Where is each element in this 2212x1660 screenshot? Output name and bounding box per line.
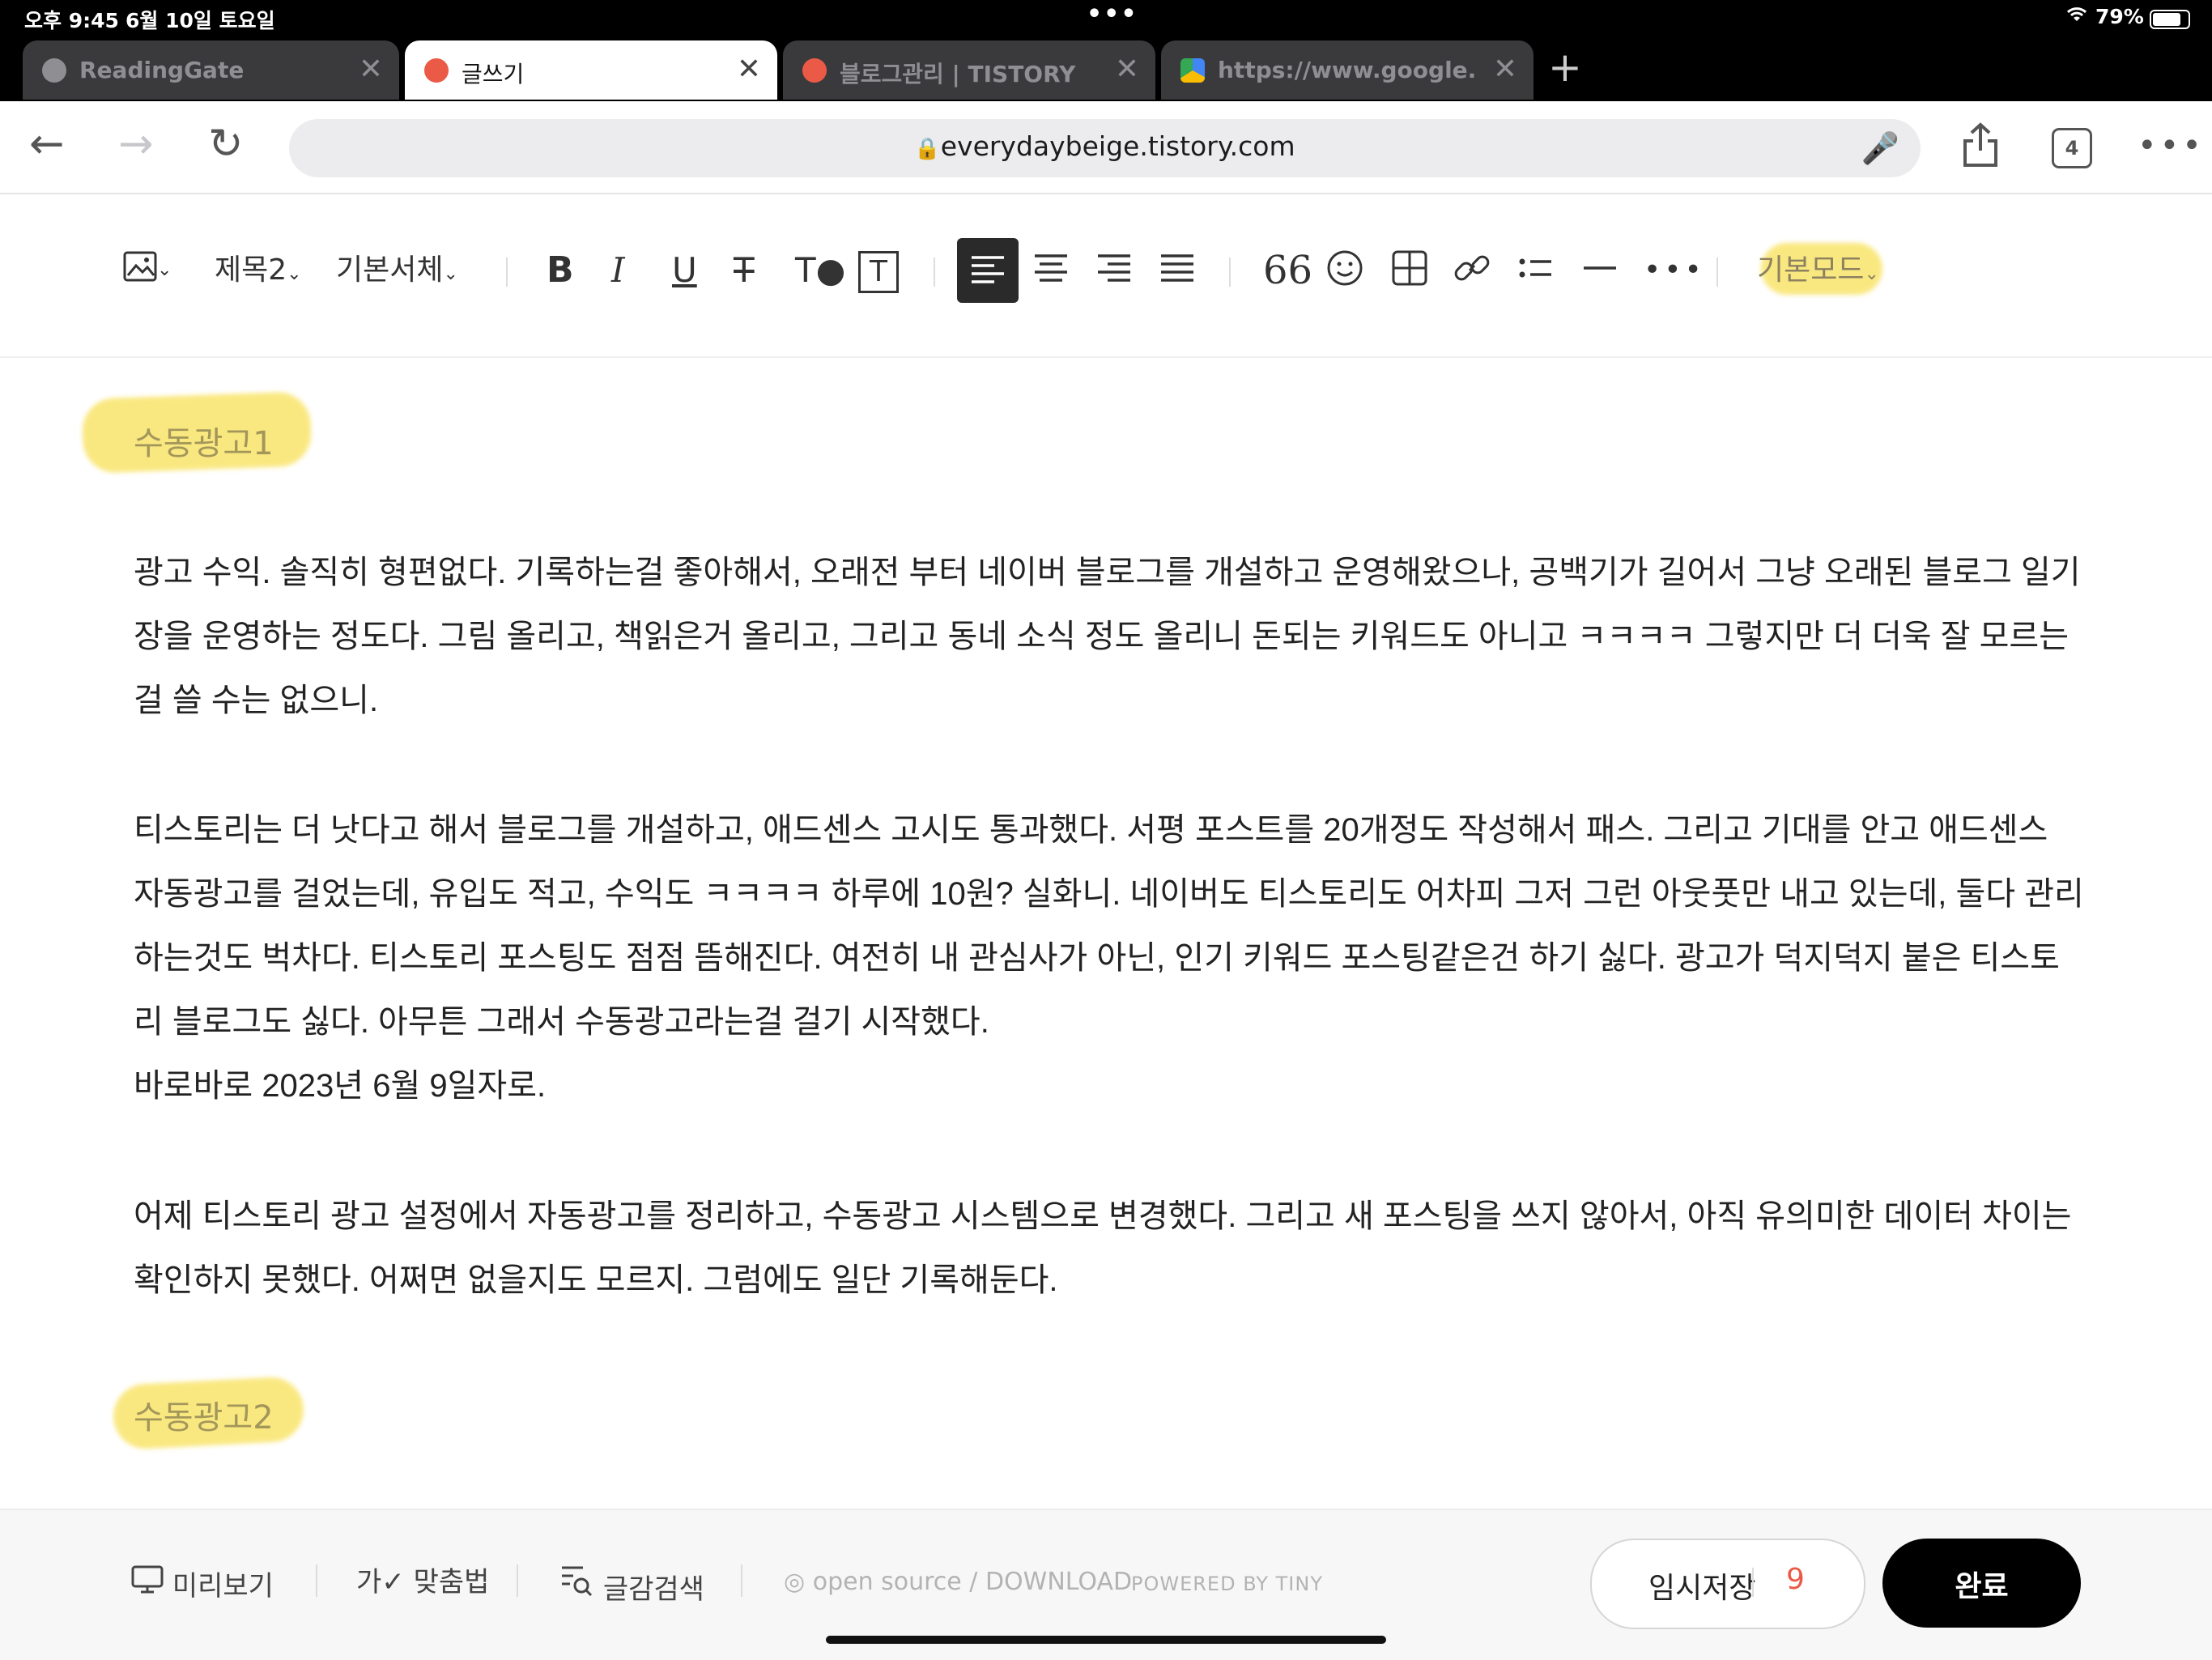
tab-title: https://www.google.com bbox=[1218, 57, 1477, 83]
paragraph-2[interactable]: 티스토리는 더 낫다고 해서 블로그를 개설하고, 애드센스 고시도 통과했다.… bbox=[134, 798, 2085, 1054]
tab-writing[interactable]: 글쓰기 ✕ bbox=[405, 40, 777, 100]
align-center-icon[interactable] bbox=[1033, 243, 1069, 295]
tiny-logo-icon: ◎ bbox=[784, 1568, 806, 1596]
toolbar-divider bbox=[1229, 258, 1231, 287]
emoticon-icon[interactable] bbox=[1326, 249, 1363, 299]
align-left-icon bbox=[972, 256, 1004, 283]
battery-percent: 79% bbox=[2095, 5, 2144, 28]
tab-blog-admin[interactable]: 블로그관리 | TISTORY ✕ bbox=[783, 40, 1155, 100]
tiny-logo-link[interactable]: ◎ open source / DOWNLOAD bbox=[784, 1568, 1132, 1596]
forward-icon[interactable]: → bbox=[118, 120, 154, 168]
wifi-icon bbox=[2065, 5, 2089, 28]
text-background-icon[interactable]: T bbox=[858, 251, 899, 293]
quote-icon[interactable]: 66 bbox=[1263, 249, 1312, 292]
close-icon[interactable]: ✕ bbox=[359, 55, 383, 84]
heading-value: 제목2 bbox=[215, 253, 287, 287]
spellcheck-label: 맞춤법 bbox=[413, 1566, 490, 1598]
tab-readinggate[interactable]: ReadingGate ✕ bbox=[23, 40, 399, 100]
tab-google[interactable]: https://www.google.com ✕ bbox=[1161, 40, 1534, 100]
status-date: 6월 10일 토요일 bbox=[125, 9, 275, 32]
document-search-icon bbox=[562, 1566, 593, 1597]
new-tab-icon[interactable]: + bbox=[1548, 47, 1582, 87]
align-right-icon[interactable] bbox=[1096, 243, 1132, 295]
mode-value: 기본모드 bbox=[1757, 253, 1865, 287]
section-heading-2: 수동광고2 bbox=[134, 1399, 274, 1437]
table-icon[interactable] bbox=[1391, 249, 1428, 299]
tab-title: 글쓰기 bbox=[462, 61, 525, 87]
divider bbox=[1752, 1568, 1754, 1597]
save-draft-label: 임시저장 bbox=[1648, 1572, 1756, 1605]
font-value: 기본서체 bbox=[336, 253, 444, 287]
align-left-button[interactable] bbox=[957, 238, 1019, 303]
link-icon[interactable] bbox=[1453, 249, 1491, 299]
home-indicator[interactable] bbox=[826, 1636, 1386, 1644]
url: everydaybeige.tistory.com bbox=[940, 130, 1295, 162]
close-icon[interactable]: ✕ bbox=[1115, 55, 1139, 84]
share-icon[interactable] bbox=[1960, 121, 2001, 179]
material-search-button[interactable]: 글감검색 bbox=[559, 1563, 704, 1609]
preview-label: 미리보기 bbox=[172, 1570, 274, 1603]
more-tools-icon[interactable]: ••• bbox=[1644, 249, 1705, 292]
address-bar[interactable]: 🔒everydaybeige.tistory.com 🎤 bbox=[289, 119, 1921, 177]
tistory-icon bbox=[424, 58, 449, 83]
heading-select[interactable]: 제목2⌄ bbox=[215, 249, 302, 296]
text-color-icon[interactable]: T● bbox=[795, 249, 845, 292]
microphone-icon[interactable]: 🎤 bbox=[1861, 130, 1899, 167]
save-draft-button[interactable]: 임시저장 9 bbox=[1590, 1539, 1865, 1629]
section-heading-1: 수동광고1 bbox=[134, 425, 274, 462]
status-time: 오후 9:45 bbox=[24, 9, 119, 32]
back-icon[interactable]: ← bbox=[29, 120, 65, 168]
underline-icon[interactable]: U bbox=[672, 249, 697, 292]
material-search-label: 글감검색 bbox=[602, 1573, 704, 1606]
monitor-icon bbox=[131, 1565, 164, 1594]
powered-by-label: POWERED BY TINY bbox=[1131, 1573, 1323, 1595]
close-icon[interactable]: ✕ bbox=[1493, 55, 1517, 84]
tab-overview-button[interactable]: 4 bbox=[2052, 128, 2092, 168]
tab-title: 블로그관리 | TISTORY bbox=[840, 61, 1076, 87]
toolbar-divider bbox=[934, 258, 935, 287]
horizontal-rule-icon[interactable] bbox=[1582, 249, 1618, 299]
preview-button[interactable]: 미리보기 bbox=[131, 1563, 274, 1606]
multitask-dots-icon[interactable]: ••• bbox=[1087, 0, 1138, 28]
image-insert-icon[interactable]: ⌄ bbox=[123, 249, 172, 296]
opensource-label: open source / DOWNLOAD bbox=[812, 1568, 1133, 1596]
paragraph-1[interactable]: 광고 수익. 솔직히 형편없다. 기록하는걸 좋아해서, 오래전 부터 네이버 … bbox=[134, 541, 2085, 733]
battery-icon bbox=[2150, 10, 2190, 29]
toolbar-divider bbox=[1716, 258, 1718, 287]
bold-icon[interactable]: B bbox=[547, 249, 574, 292]
url-text: 🔒everydaybeige.tistory.com bbox=[289, 130, 1921, 162]
done-label: 완료 bbox=[1955, 1570, 2009, 1603]
paragraph-2b[interactable]: 바로바로 2023년 6월 9일자로. bbox=[134, 1054, 2085, 1118]
spellcheck-icon: 가✓ bbox=[356, 1566, 405, 1598]
tab-title: ReadingGate bbox=[79, 57, 245, 83]
strikethrough-icon[interactable]: T bbox=[734, 249, 755, 292]
divider bbox=[517, 1564, 518, 1597]
divider bbox=[316, 1564, 317, 1597]
spellcheck-button[interactable]: 가✓ 맞춤법 bbox=[356, 1563, 489, 1602]
more-icon[interactable]: ••• bbox=[2138, 121, 2205, 170]
google-ads-icon bbox=[1180, 58, 1205, 83]
list-icon[interactable] bbox=[1517, 249, 1555, 299]
draft-count: 9 bbox=[1786, 1563, 1805, 1596]
toolbar-divider bbox=[506, 258, 508, 287]
reload-icon[interactable]: ↻ bbox=[208, 120, 244, 168]
done-button[interactable]: 완료 bbox=[1882, 1539, 2081, 1628]
mode-select[interactable]: 기본모드⌄ bbox=[1757, 249, 1879, 296]
align-justify-icon[interactable] bbox=[1159, 243, 1195, 295]
globe-icon bbox=[42, 58, 66, 83]
tistory-icon bbox=[802, 58, 827, 83]
font-select[interactable]: 기본서체⌄ bbox=[336, 249, 458, 296]
divider bbox=[741, 1564, 742, 1597]
paragraph-3[interactable]: 어제 티스토리 광고 설정에서 자동광고를 정리하고, 수동광고 시스템으로 변… bbox=[134, 1185, 2085, 1313]
close-icon[interactable]: ✕ bbox=[737, 55, 761, 84]
italic-icon[interactable]: I bbox=[611, 249, 625, 292]
lock-icon: 🔒 bbox=[914, 137, 941, 161]
